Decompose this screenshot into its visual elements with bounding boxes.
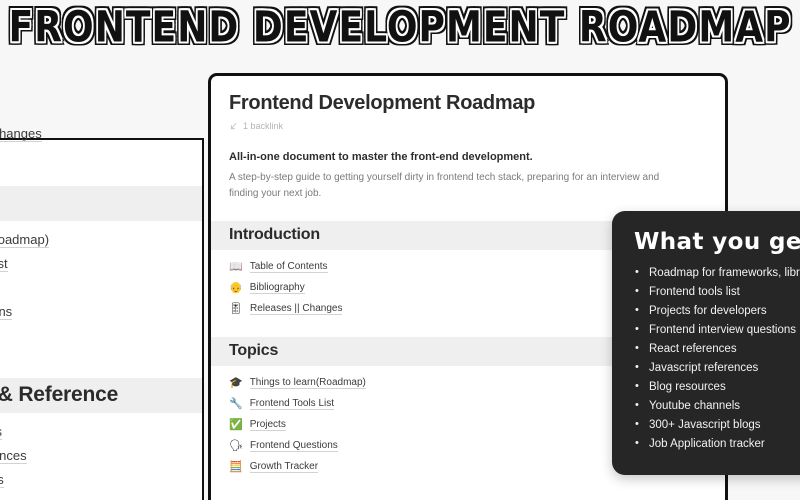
list-item-label: Bibliography bbox=[249, 282, 305, 294]
back-card-spacer bbox=[0, 150, 202, 186]
list-item[interactable]: Youtube Channels bbox=[0, 472, 202, 488]
list-item-label: Frontend Questions bbox=[249, 440, 338, 452]
backlink-row[interactable]: 1 backlink bbox=[229, 121, 707, 131]
back-card-section-band: Resource & Reference bbox=[0, 378, 202, 413]
wrench-icon: 🔧 bbox=[229, 397, 243, 410]
list-item[interactable]: Frontend Tools List bbox=[0, 256, 202, 272]
what-you-get-list: Roadmap for frameworks, libraries Fronte… bbox=[634, 267, 800, 451]
list-item-label: Releases || Changes bbox=[249, 303, 343, 315]
section-heading: Introduction bbox=[229, 226, 320, 243]
list-item: Youtube channels bbox=[634, 400, 800, 413]
back-card-link-label: React References bbox=[0, 424, 3, 440]
banner-title: FRONTEND DEVELOPMENT ROADMAP bbox=[8, 3, 792, 53]
list-item: 300+ Javascript blogs bbox=[634, 419, 800, 432]
list-item[interactable]: Blogs Resources bbox=[0, 496, 202, 500]
speech-balloons-icon: 🗣 bbox=[229, 439, 243, 452]
back-card-section-band: Topics bbox=[0, 186, 202, 221]
list-item[interactable]: React References bbox=[0, 424, 202, 440]
back-card-link-row[interactable]: 🎚 Releases || Changes bbox=[0, 126, 202, 142]
back-card-link-label: Releases || Changes bbox=[0, 126, 42, 142]
list-item[interactable]: Things to learn(Roadmap) bbox=[0, 232, 202, 248]
list-item: Frontend tools list bbox=[634, 286, 800, 299]
list-item: Frontend interview questions bbox=[634, 324, 800, 337]
list-item: Roadmap for frameworks, libraries bbox=[634, 267, 800, 280]
graduation-cap-icon: 🎓 bbox=[229, 376, 243, 389]
list-item: React references bbox=[634, 343, 800, 356]
backlink-label: 1 backlink bbox=[243, 121, 284, 131]
abacus-icon: 🧮 bbox=[229, 460, 243, 473]
older-person-icon: 👴 bbox=[229, 281, 243, 294]
list-item-label: Table of Contents bbox=[249, 261, 328, 273]
list-item-label: Frontend Tools List bbox=[249, 398, 335, 410]
list-item[interactable]: Projects bbox=[0, 280, 202, 296]
document-lead-text: All-in-one document to master the front-… bbox=[229, 151, 533, 163]
back-card-pre-item-row: 🎚 Releases || Changes bbox=[0, 126, 202, 142]
back-card-section-items: React References Javascript References Y… bbox=[0, 413, 202, 500]
background-document-card: 🎚 Releases || Changes Topics Things to l… bbox=[0, 126, 204, 500]
back-card-link-label: Things to learn(Roadmap) bbox=[0, 232, 50, 248]
list-item[interactable]: Frontend Questions bbox=[0, 304, 202, 320]
back-card-spacer bbox=[0, 352, 202, 378]
list-item: Blog resources bbox=[634, 381, 800, 394]
back-card-link-label: Frontend Tools List bbox=[0, 256, 8, 272]
what-you-get-panel: What you get Roadmap for frameworks, lib… bbox=[612, 211, 800, 475]
section-heading: Topics bbox=[229, 342, 279, 359]
document-description: A step-by-step guide to getting yourself… bbox=[229, 172, 660, 199]
back-card-link-label: Frontend Questions bbox=[0, 304, 13, 320]
banner: FRONTEND DEVELOPMENT ROADMAP bbox=[0, 0, 800, 56]
back-card-section-heading: Resource & Reference bbox=[0, 383, 119, 406]
back-card-section-items: Things to learn(Roadmap) Frontend Tools … bbox=[0, 221, 202, 344]
list-item-label: Projects bbox=[249, 419, 286, 431]
back-card-section-topics: Topics Things to learn(Roadmap) Frontend… bbox=[0, 186, 202, 344]
checklist-icon: ✅ bbox=[229, 418, 243, 431]
list-item-label: Growth Tracker bbox=[249, 461, 319, 473]
page-title: Frontend Development Roadmap bbox=[229, 92, 536, 114]
list-item: Javascript references bbox=[634, 362, 800, 375]
back-card-section-resource-reference: Resource & Reference React References Ja… bbox=[0, 378, 202, 500]
list-item-label: Things to learn(Roadmap) bbox=[249, 377, 366, 389]
level-slider-icon: 🎚 bbox=[229, 302, 243, 315]
backlink-arrow-icon bbox=[230, 122, 237, 129]
list-item: Job Application tracker bbox=[634, 438, 800, 451]
back-card-link-label: Javascript References bbox=[0, 448, 27, 464]
list-item[interactable]: Growth Tracker bbox=[0, 328, 202, 344]
back-card-link-label: Youtube Channels bbox=[0, 472, 4, 488]
list-item: Projects for developers bbox=[634, 305, 800, 318]
list-item[interactable]: Javascript References bbox=[0, 448, 202, 464]
books-icon: 📖 bbox=[229, 260, 243, 273]
what-you-get-title: What you get bbox=[634, 229, 800, 255]
main-card-header: Frontend Development Roadmap 1 backlink … bbox=[211, 76, 725, 201]
